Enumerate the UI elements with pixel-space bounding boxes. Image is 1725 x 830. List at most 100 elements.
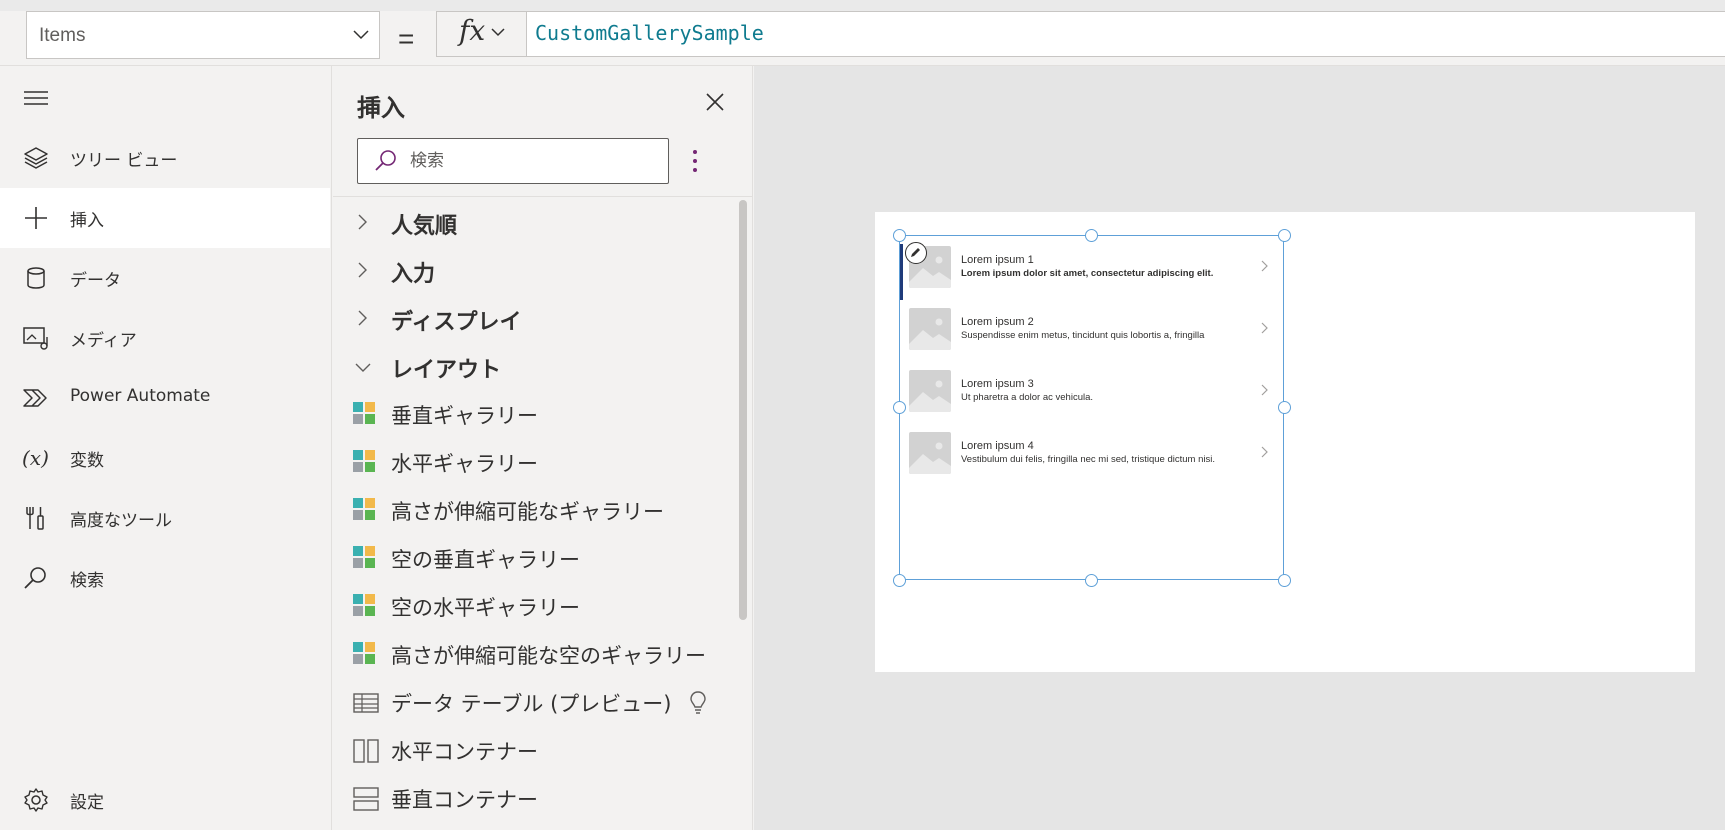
chevron-right-icon[interactable] [1260, 446, 1268, 458]
control-label: 水平コンテナー [391, 740, 538, 764]
selection-indicator [900, 244, 903, 300]
image-placeholder-icon [909, 432, 951, 474]
nav-item-advanced-tools[interactable]: 高度なツール [0, 488, 330, 548]
item-subtitle: Vestibulum dui felis, fringilla nec mi s… [961, 454, 1215, 465]
control-horizontal-gallery[interactable]: 水平ギャラリー [333, 438, 733, 486]
property-dropdown[interactable]: Items [26, 11, 380, 59]
database-icon [27, 267, 45, 289]
item-subtitle: Ut pharetra a dolor ac vehicula. [961, 392, 1094, 403]
formula-input[interactable]: CustomGallerySample [526, 11, 1725, 57]
gallery-icon [353, 450, 379, 476]
nav-item-insert[interactable]: 挿入 [0, 188, 330, 248]
chevron-right-icon[interactable] [1260, 260, 1268, 272]
nav-item-settings[interactable]: 設定 [0, 770, 330, 830]
resize-handle-right[interactable] [1278, 401, 1291, 414]
tools-icon [26, 507, 44, 530]
item-subtitle: Lorem ipsum dolor sit amet, consectetur … [961, 268, 1214, 279]
control-label: 空の水平ギャラリー [391, 596, 580, 620]
search-icon [24, 567, 46, 589]
gallery-item[interactable]: Lorem ipsum 2 Suspendisse enim metus, ti… [900, 298, 1283, 360]
resize-handle-top[interactable] [1085, 229, 1098, 242]
control-vertical-container[interactable]: 垂直コンテナー [333, 774, 733, 822]
search-icon [375, 150, 396, 171]
category-display[interactable]: ディスプレイ [333, 296, 733, 340]
lightbulb-icon[interactable] [689, 690, 707, 714]
nav-item-variables[interactable]: (x) 変数 [0, 428, 330, 488]
resize-handle-bottom[interactable] [1085, 574, 1098, 587]
category-layout[interactable]: レイアウト [333, 344, 733, 388]
nav-label: 検索 [70, 571, 104, 591]
chevron-right-icon [358, 262, 367, 278]
more-options-icon[interactable] [689, 146, 701, 176]
nav-item-data[interactable]: データ [0, 248, 330, 308]
image-placeholder-icon [909, 308, 951, 350]
gallery-icon [353, 642, 379, 668]
category-label: ディスプレイ [391, 310, 522, 335]
vertical-container-icon [353, 787, 379, 811]
app-screen[interactable]: Lorem ipsum 1 Lorem ipsum dolor sit amet… [875, 212, 1695, 672]
resize-handle-top-left[interactable] [893, 229, 906, 242]
control-label: 垂直コンテナー [391, 788, 538, 812]
control-blank-horizontal-gallery[interactable]: 空の水平ギャラリー [333, 582, 733, 630]
nav-item-tree-view[interactable]: ツリー ビュー [0, 128, 330, 188]
variable-icon: (x) [22, 446, 49, 470]
svg-text:(x): (x) [22, 446, 49, 470]
control-vertical-gallery[interactable]: 垂直ギャラリー [333, 390, 733, 438]
left-nav: ツリー ビュー 挿入 データ メディア Power Automate (x) 変… [0, 66, 332, 830]
category-label: 人気順 [391, 214, 458, 239]
search-box[interactable] [357, 138, 669, 184]
control-label: 空の垂直ギャラリー [391, 548, 580, 572]
item-title: Lorem ipsum 4 [961, 440, 1034, 452]
chevron-right-icon[interactable] [1260, 384, 1268, 396]
hamburger-icon[interactable] [24, 90, 48, 106]
fx-icon: fx [459, 14, 486, 47]
item-subtitle: Suspendisse enim metus, tincidunt quis l… [961, 330, 1205, 341]
pane-title: 挿入 [357, 94, 405, 122]
nav-item-media[interactable]: メディア [0, 308, 330, 368]
category-label: 入力 [391, 262, 436, 287]
resize-handle-bottom-right[interactable] [1278, 574, 1291, 587]
nav-item-search[interactable]: 検索 [0, 548, 330, 608]
gallery-icon [353, 546, 379, 572]
control-label: データ テーブル (プレビュー) [391, 692, 672, 716]
gallery-icon [353, 402, 379, 428]
canvas-area: Lorem ipsum 1 Lorem ipsum dolor sit amet… [754, 66, 1725, 830]
control-data-table[interactable]: データ テーブル (プレビュー) [333, 678, 733, 726]
resize-handle-top-right[interactable] [1278, 229, 1291, 242]
horizontal-container-icon [353, 739, 379, 763]
control-label: 水平ギャラリー [391, 452, 538, 476]
formula-bar: Items = fx CustomGallerySample [0, 0, 1725, 66]
chevron-right-icon [358, 214, 367, 230]
edit-icon[interactable] [905, 242, 927, 264]
fx-button[interactable]: fx [436, 11, 526, 57]
control-blank-flexible-height-gallery[interactable]: 高さが伸縮可能な空のギャラリー [333, 630, 733, 678]
layers-icon [24, 147, 48, 169]
image-placeholder-icon [909, 370, 951, 412]
search-input[interactable] [410, 149, 650, 173]
nav-label: 設定 [70, 793, 104, 813]
chevron-right-icon[interactable] [1260, 322, 1268, 334]
close-icon[interactable] [703, 90, 727, 114]
scrollbar-thumb[interactable] [739, 200, 747, 620]
gallery-item[interactable]: Lorem ipsum 1 Lorem ipsum dolor sit amet… [900, 236, 1283, 300]
nav-label: ツリー ビュー [70, 151, 178, 171]
gear-icon [24, 788, 48, 812]
category-input[interactable]: 入力 [333, 248, 733, 292]
nav-label: データ [70, 271, 121, 291]
control-blank-vertical-gallery[interactable]: 空の垂直ギャラリー [333, 534, 733, 582]
custom-gallery[interactable]: Lorem ipsum 1 Lorem ipsum dolor sit amet… [899, 235, 1284, 580]
control-flexible-height-gallery[interactable]: 高さが伸縮可能なギャラリー [333, 486, 733, 534]
category-popular[interactable]: 人気順 [333, 200, 733, 244]
resize-handle-bottom-left[interactable] [893, 574, 906, 587]
insert-list: 人気順 入力 ディスプレイ レイアウト 垂直ギャラリー 水平ギャラリー 高さが伸… [333, 198, 733, 830]
chevron-right-icon [358, 310, 367, 326]
nav-label: 高度なツール [70, 511, 172, 531]
gallery-item[interactable]: Lorem ipsum 3 Ut pharetra a dolor ac veh… [900, 360, 1283, 422]
gallery-item[interactable]: Lorem ipsum 4 Vestibulum dui felis, frin… [900, 422, 1283, 484]
resize-handle-left[interactable] [893, 401, 906, 414]
item-title: Lorem ipsum 2 [961, 316, 1034, 328]
control-horizontal-container[interactable]: 水平コンテナー [333, 726, 733, 774]
nav-item-power-automate[interactable]: Power Automate [0, 368, 330, 428]
chevron-down-icon [355, 363, 371, 372]
divider [333, 196, 753, 197]
